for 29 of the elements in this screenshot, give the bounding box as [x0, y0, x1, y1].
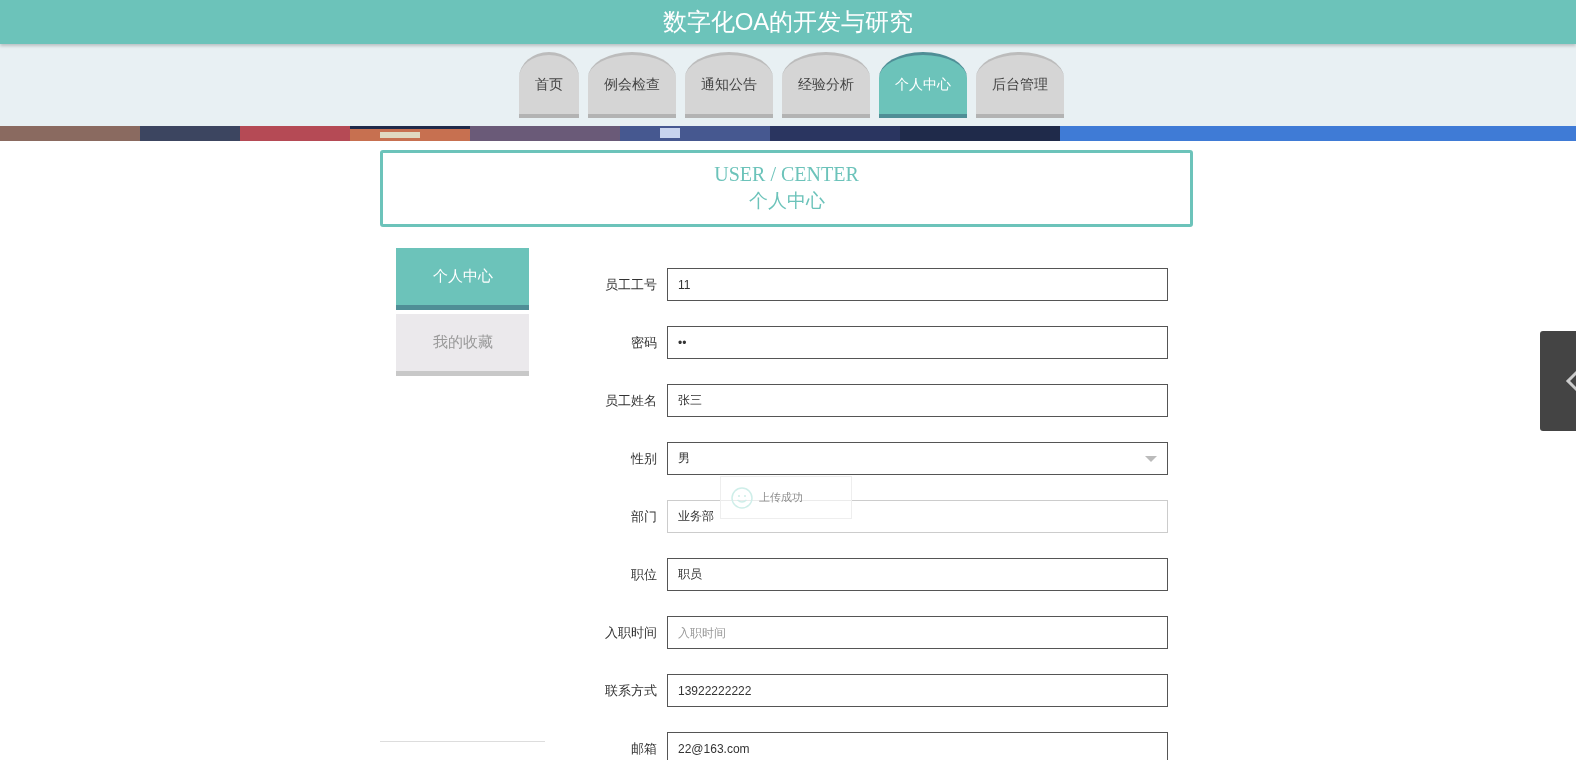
input-field[interactable]: 职员	[667, 558, 1168, 591]
site-title: 数字化OA的开发与研究	[662, 7, 914, 37]
input-field[interactable]: 入职时间	[667, 616, 1168, 649]
nav-tab[interactable]: 首页	[518, 52, 579, 118]
input-field[interactable]: 11	[667, 268, 1168, 301]
section-title-english: USER / CENTER	[714, 163, 859, 186]
field-label: 联系方式	[604, 681, 657, 700]
input-field[interactable]: ••	[667, 326, 1168, 359]
nav-tab[interactable]: 经验分析	[781, 52, 870, 118]
select-field[interactable]: 男	[667, 442, 1168, 475]
field-label: 性别	[630, 449, 657, 468]
caret-icon	[1145, 455, 1157, 462]
input-field[interactable]: 22@163.com	[667, 732, 1168, 760]
chevron-left-icon	[1564, 369, 1576, 393]
section-title-chinese: 个人中心	[748, 189, 825, 213]
field-label: 部门	[630, 507, 657, 526]
field-label: 密码	[630, 333, 657, 352]
smiley-icon	[731, 486, 753, 509]
input-field[interactable]: 张三	[667, 384, 1168, 417]
nav-tab[interactable]: 后台管理	[975, 52, 1064, 118]
field-label: 邮箱	[630, 739, 657, 758]
field-label: 员工姓名	[604, 391, 657, 410]
field-label: 员工工号	[604, 275, 657, 294]
nav-tab[interactable]: 通知公告	[684, 52, 773, 118]
input-field[interactable]: 13922222222	[667, 674, 1168, 707]
nav-tab[interactable]: 例会检查	[587, 52, 676, 118]
field-label: 入职时间	[604, 623, 657, 642]
field-label: 职位	[630, 565, 657, 584]
drawer-handle[interactable]	[1540, 331, 1576, 431]
